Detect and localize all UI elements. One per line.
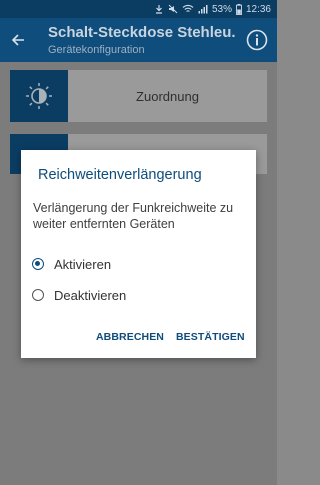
- battery-icon: [236, 0, 242, 18]
- wifi-icon: [182, 0, 194, 18]
- list-item-zuordnung: Zuordnung: [10, 70, 267, 122]
- dialog-title: Reichweitenverlängerung: [38, 167, 202, 183]
- dialog-message: Verlängerung der Funkreichweite zu weite…: [33, 201, 234, 231]
- battery-percent: 53%: [211, 3, 232, 15]
- page-title: Schalt-Steckdose Stehleu...: [48, 24, 236, 41]
- radio-checked-icon[interactable]: [32, 258, 44, 270]
- radio-label[interactable]: Deaktivieren: [54, 288, 126, 303]
- dialog: Reichweitenverlängerung Verlängerung der…: [21, 150, 256, 358]
- app-bar: Schalt-Steckdose Stehleu... Gerätekonfig…: [0, 18, 277, 62]
- status-bar: 53% 12:36: [0, 0, 277, 18]
- radio-label[interactable]: Aktivieren: [54, 257, 111, 272]
- confirm-button[interactable]: BESTÄTIGEN: [176, 331, 245, 343]
- info-icon[interactable]: [245, 28, 269, 52]
- page-subtitle: Gerätekonfiguration: [48, 44, 145, 56]
- download-icon: [154, 0, 164, 18]
- radio-option-activate[interactable]: Aktivieren: [32, 254, 111, 274]
- signal-icon: [198, 0, 208, 18]
- radio-option-deactivate[interactable]: Deaktivieren: [32, 285, 126, 305]
- light-dimmer-icon: [10, 70, 68, 122]
- list-item-label: Zuordnung: [136, 88, 199, 104]
- cancel-button[interactable]: ABBRECHEN: [96, 331, 164, 343]
- mute-icon: [168, 0, 178, 18]
- arrow-left-icon[interactable]: [8, 30, 28, 50]
- clock: 12:36: [245, 3, 271, 15]
- radio-unchecked-icon[interactable]: [32, 289, 44, 301]
